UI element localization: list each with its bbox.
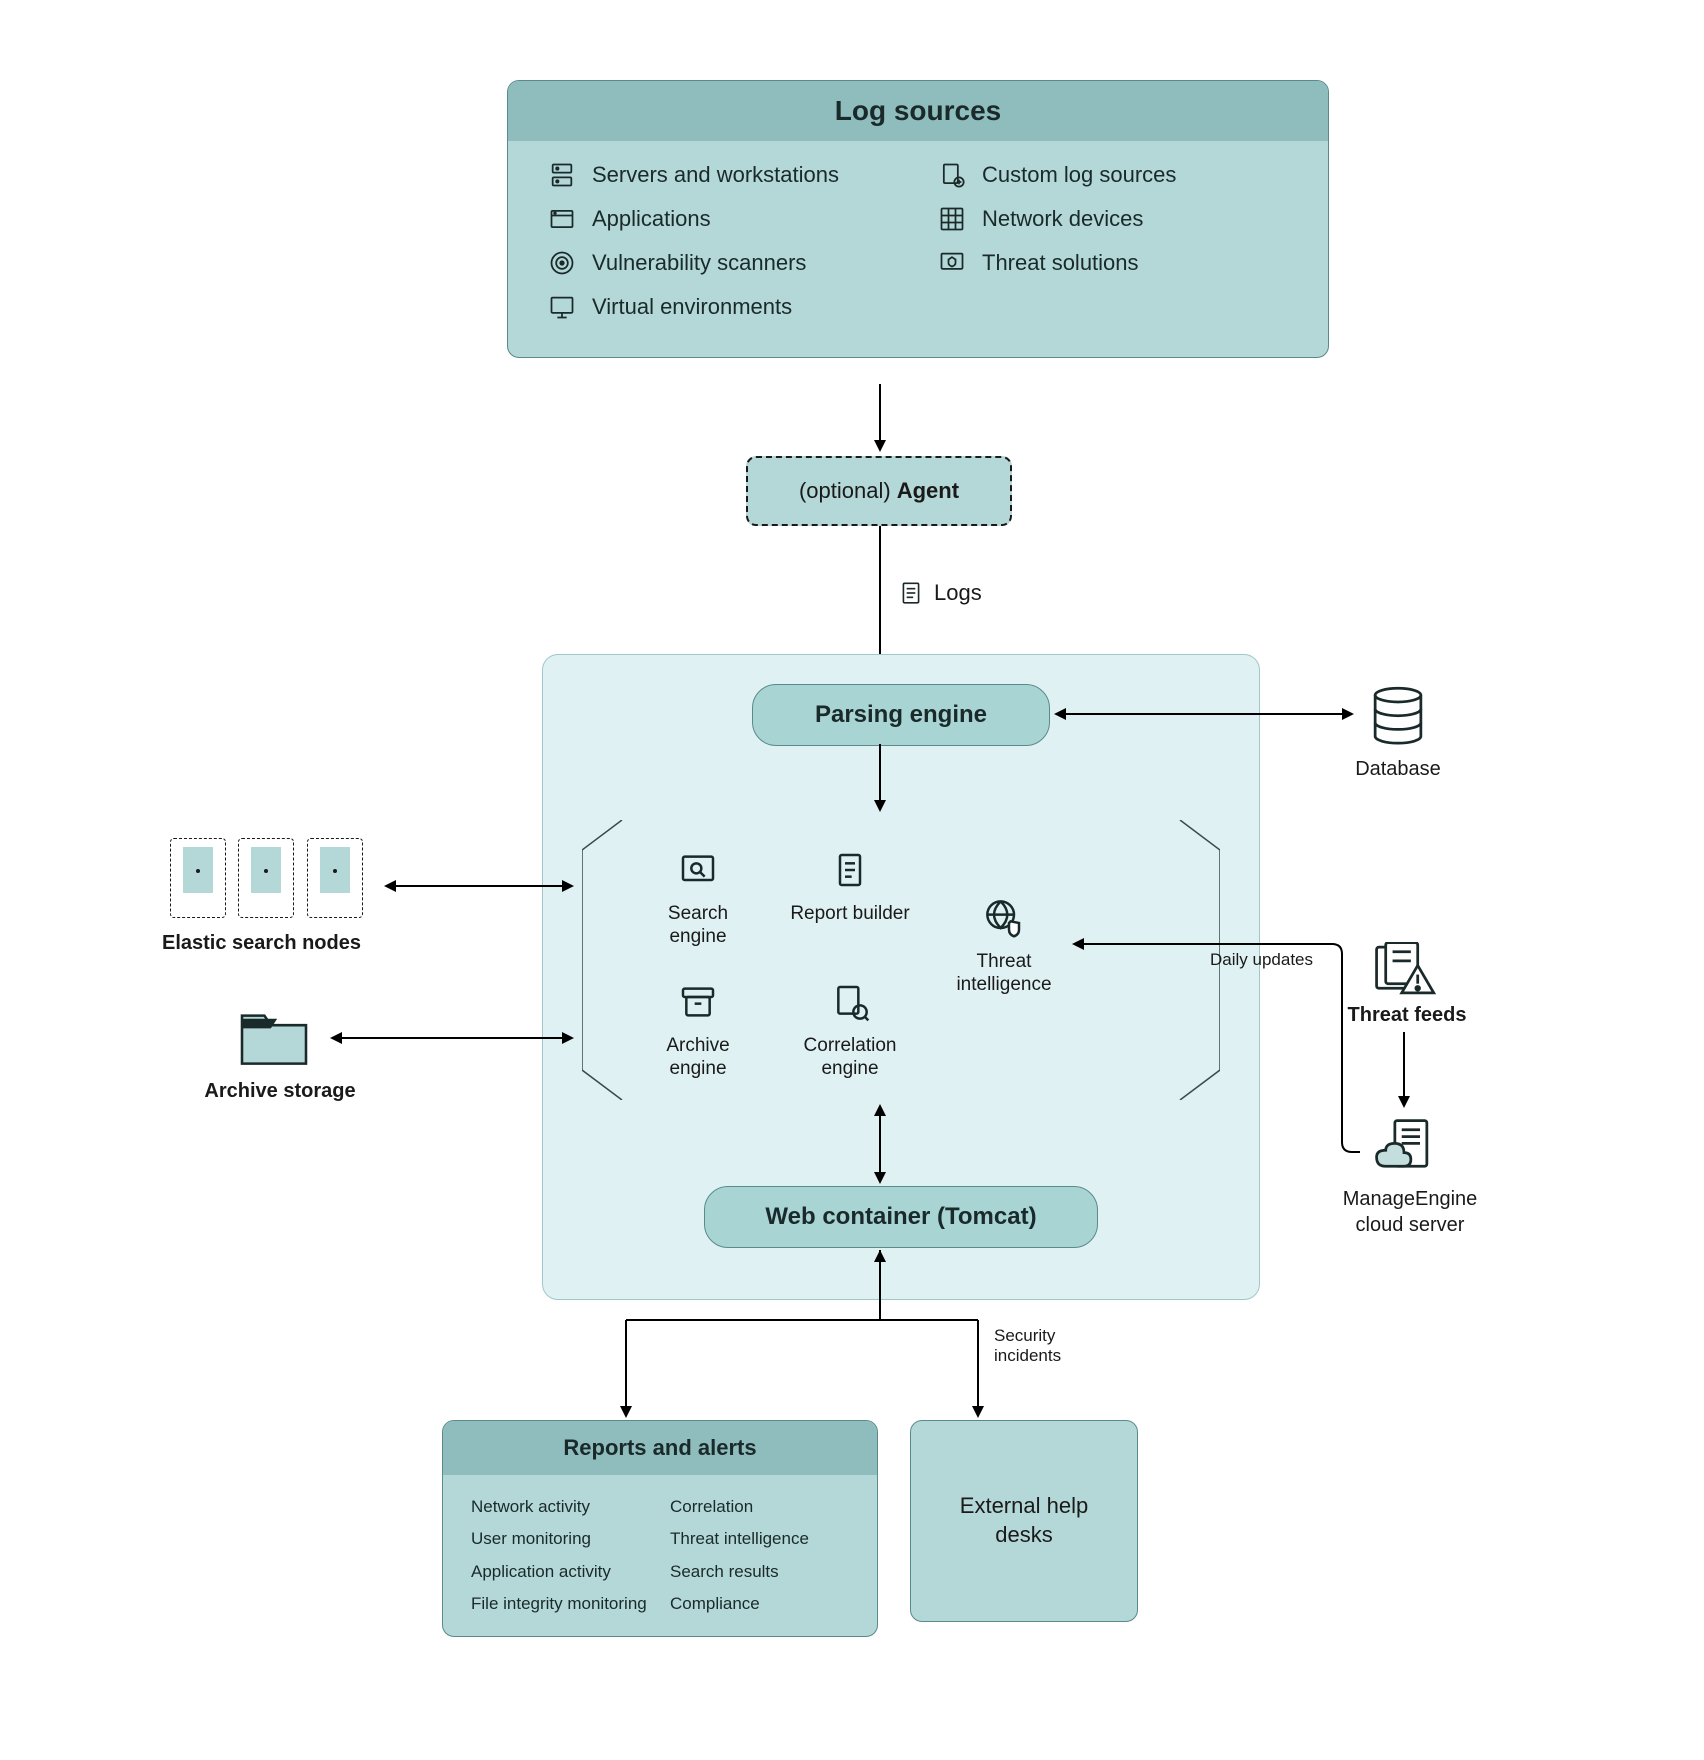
scanner-icon — [548, 249, 576, 277]
log-source-item: Custom log sources — [938, 161, 1288, 189]
search-engine: Search engine — [638, 850, 758, 949]
logs-label: Logs — [898, 580, 982, 606]
archive-icon — [678, 982, 718, 1022]
arrow-icon — [870, 744, 890, 814]
double-arrow-icon — [1054, 704, 1354, 724]
server-icon — [548, 161, 576, 189]
applications-icon — [548, 205, 576, 233]
log-source-item: Vulnerability scanners — [548, 249, 898, 277]
archive-storage-label: Archive storage — [200, 1080, 360, 1103]
daily-updates-label: Daily updates — [1210, 950, 1313, 970]
log-source-item: Network devices — [938, 205, 1288, 233]
threat-feeds-icon — [1372, 942, 1436, 998]
log-sources-title: Log sources — [508, 81, 1328, 141]
agent-prefix: (optional) — [799, 478, 891, 504]
reports-col2: Correlation Threat intelligence Search r… — [670, 1491, 849, 1620]
log-source-item: Threat solutions — [938, 249, 1288, 277]
node-icon — [307, 838, 363, 918]
reports-title: Reports and alerts — [443, 1421, 877, 1475]
correlation-icon — [830, 982, 870, 1022]
agent-box: (optional) Agent — [746, 456, 1012, 526]
threat-intelligence: Threat intelligence — [944, 898, 1064, 997]
log-source-item: Servers and workstations — [548, 161, 898, 189]
double-arrow-icon — [870, 1104, 890, 1184]
network-icon — [938, 205, 966, 233]
database-label: Database — [1348, 758, 1448, 781]
log-sources-box: Log sources Servers and workstations App… — [507, 80, 1329, 358]
folder-icon — [234, 1006, 314, 1070]
reports-box: Reports and alerts Network activity User… — [442, 1420, 878, 1637]
custom-icon — [938, 161, 966, 189]
log-source-item: Virtual environments — [548, 293, 898, 321]
split-arrow-icon — [578, 1250, 1058, 1422]
manage-engine-label: ManageEngine cloud server — [1330, 1186, 1490, 1238]
double-arrow-icon — [330, 1028, 574, 1048]
node-icon — [170, 838, 226, 918]
correlation-engine: Correlation engine — [790, 982, 910, 1081]
arrow-icon — [870, 384, 890, 454]
search-engine-icon — [678, 850, 718, 890]
elastic-nodes — [170, 838, 371, 923]
log-source-item: Applications — [548, 205, 898, 233]
database-icon — [1370, 686, 1426, 750]
parsing-engine-box: Parsing engine — [752, 684, 1050, 746]
elastic-label: Elastic search nodes — [162, 932, 382, 955]
node-icon — [238, 838, 294, 918]
threat-icon — [938, 249, 966, 277]
report-icon — [830, 850, 870, 890]
security-incidents-label: Security incidents — [994, 1326, 1104, 1367]
agent-main: Agent — [897, 478, 959, 504]
help-desks-box: External help desks — [910, 1420, 1138, 1622]
reports-col1: Network activity User monitoring Applica… — [471, 1491, 650, 1620]
cloud-server-icon — [1372, 1116, 1436, 1180]
arrow-icon — [1394, 1032, 1414, 1110]
document-icon — [898, 580, 924, 606]
report-builder: Report builder — [790, 850, 910, 926]
web-container-box: Web container (Tomcat) — [704, 1186, 1098, 1248]
globe-shield-icon — [984, 898, 1024, 938]
double-arrow-icon — [384, 876, 574, 896]
archive-engine: Archive engine — [638, 982, 758, 1081]
virtual-icon — [548, 293, 576, 321]
